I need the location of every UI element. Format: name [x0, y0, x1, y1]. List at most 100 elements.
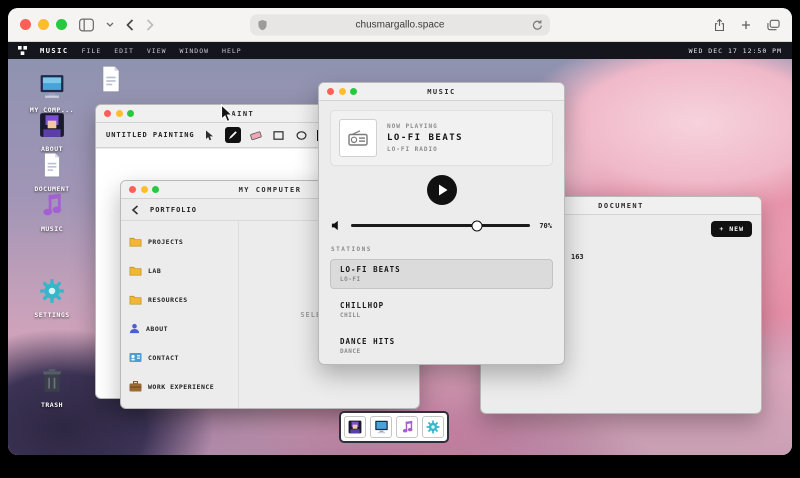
- desktop-icon-music[interactable]: MUSIC: [20, 192, 84, 233]
- station-lofi-beats[interactable]: LO-FI BEATS LO-FI: [330, 259, 553, 289]
- document-text-fragment: 163: [571, 253, 584, 261]
- address-bar[interactable]: chusmargallo.space: [250, 14, 550, 35]
- music-title: MUSIC: [427, 88, 456, 96]
- music-note-icon: [401, 420, 414, 434]
- back-arrow-icon[interactable]: [131, 200, 141, 219]
- window-controls: [20, 19, 67, 30]
- menu-edit[interactable]: EDIT: [114, 47, 134, 55]
- url-text: chusmargallo.space: [356, 19, 445, 30]
- desktop-icon-about[interactable]: ABOUT: [20, 112, 84, 153]
- document-title: DOCUMENT: [598, 202, 644, 210]
- screen: chusmargallo.space: [0, 0, 800, 478]
- desktop-icon-label: TRASH: [41, 401, 63, 409]
- dock-item-about[interactable]: [344, 416, 366, 438]
- close-button[interactable]: [20, 19, 31, 30]
- minimize-icon[interactable]: [116, 110, 123, 117]
- zoom-button[interactable]: [56, 19, 67, 30]
- menu-view[interactable]: VIEW: [147, 47, 167, 55]
- volume-row: 70%: [331, 216, 552, 235]
- menu-help[interactable]: HELP: [222, 47, 242, 55]
- close-icon[interactable]: [327, 88, 334, 95]
- volume-value: 70%: [539, 222, 552, 230]
- radio-icon: [339, 119, 377, 157]
- menu-window[interactable]: WINDOW: [180, 47, 209, 55]
- browser-actions: [714, 18, 780, 32]
- stations-heading: STATIONS: [331, 246, 552, 253]
- desktop-icon-label: SETTINGS: [34, 311, 69, 319]
- active-app-name: MUSIC: [40, 47, 69, 55]
- tab-overview-icon[interactable]: [767, 19, 780, 31]
- now-playing-card: NOW PLAYING LO-FI BEATS LO-FI RADIO: [330, 110, 553, 166]
- dock-item-computer[interactable]: [370, 416, 392, 438]
- my-computer-title: MY COMPUTER: [239, 186, 302, 194]
- ellipse-tool[interactable]: [294, 127, 310, 143]
- person-icon: [129, 319, 140, 338]
- back-icon[interactable]: [126, 19, 134, 31]
- contact-card-icon: [129, 348, 142, 367]
- maximize-icon[interactable]: [127, 110, 134, 117]
- sidebar-icon[interactable]: [79, 18, 94, 32]
- browser-toolbar: chusmargallo.space: [8, 8, 792, 42]
- play-button[interactable]: [427, 175, 457, 205]
- sidebar-item-projects[interactable]: PROJECTS: [129, 232, 230, 251]
- desktop-icon-trash[interactable]: TRASH: [20, 368, 84, 409]
- site-logo-icon[interactable]: [18, 46, 27, 55]
- gear-icon: [39, 278, 65, 308]
- sidebar-item-resources[interactable]: RESOURCES: [129, 290, 230, 309]
- close-icon[interactable]: [104, 110, 111, 117]
- desktop-icon-document[interactable]: DOCUMENT: [20, 152, 84, 193]
- station-dance-hits[interactable]: DANCE HITS DANCE: [330, 331, 553, 361]
- minimize-icon[interactable]: [339, 88, 346, 95]
- sidebar-item-work-experience[interactable]: WORK EXPERIENCE: [129, 377, 230, 396]
- reload-icon[interactable]: [532, 19, 543, 33]
- menubar-clock: WED DEC 17 12:50 PM: [689, 47, 782, 55]
- breadcrumb: PORTFOLIO: [150, 206, 197, 214]
- desktop-icon-label: MUSIC: [41, 225, 63, 233]
- minimize-icon[interactable]: [141, 186, 148, 193]
- pencil-tool[interactable]: [225, 127, 241, 143]
- eraser-tool[interactable]: [248, 127, 264, 143]
- forward-icon[interactable]: [146, 19, 154, 31]
- document-icon: [41, 152, 63, 182]
- rectangle-tool[interactable]: [271, 127, 287, 143]
- folder-icon: [129, 290, 142, 309]
- desktop: MY COMP... ABOUT DOCUMENT MUSIC: [8, 59, 792, 455]
- share-icon[interactable]: [714, 18, 725, 32]
- track-subtitle: LO-FI RADIO: [387, 146, 463, 153]
- new-tab-icon[interactable]: [741, 20, 751, 30]
- mouse-cursor: [220, 104, 233, 127]
- folder-icon: [129, 261, 142, 280]
- sidebar-item-contact[interactable]: CONTACT: [129, 348, 230, 367]
- file-document-icon[interactable]: [99, 65, 123, 97]
- speaker-icon: [331, 216, 342, 235]
- music-titlebar[interactable]: MUSIC: [319, 83, 564, 101]
- music-note-icon: [40, 192, 64, 222]
- sidebar-item-about[interactable]: ABOUT: [129, 319, 230, 338]
- computer-icon: [38, 74, 66, 103]
- track-title: LO-FI BEATS: [387, 133, 463, 143]
- computer-icon: [374, 420, 389, 434]
- music-window: MUSIC NOW PLAYING LO-FI BEATS LO-FI RADI…: [318, 82, 565, 365]
- maximize-icon[interactable]: [152, 186, 159, 193]
- paint-filename[interactable]: UNTITLED PAINTING: [106, 131, 195, 139]
- dock: [339, 411, 449, 443]
- new-document-button[interactable]: + NEW: [711, 221, 752, 237]
- station-chillhop[interactable]: CHILLHOP CHILL: [330, 295, 553, 325]
- chevron-down-icon[interactable]: [106, 22, 114, 27]
- menu-file[interactable]: FILE: [82, 47, 102, 55]
- browser-window: chusmargallo.space: [8, 8, 792, 455]
- sidebar-item-lab[interactable]: LAB: [129, 261, 230, 280]
- volume-slider[interactable]: [351, 224, 530, 227]
- desktop-icon-settings[interactable]: SETTINGS: [20, 278, 84, 319]
- dock-item-settings[interactable]: [422, 416, 444, 438]
- privacy-shield-icon: [258, 19, 267, 33]
- minimize-button[interactable]: [38, 19, 49, 30]
- select-tool[interactable]: [202, 127, 218, 143]
- volume-knob[interactable]: [471, 220, 482, 231]
- close-icon[interactable]: [129, 186, 136, 193]
- dock-item-music[interactable]: [396, 416, 418, 438]
- person-icon: [348, 420, 362, 434]
- desktop-icon-my-computer[interactable]: MY COMP...: [20, 74, 84, 114]
- now-playing-label: NOW PLAYING: [387, 123, 463, 130]
- maximize-icon[interactable]: [350, 88, 357, 95]
